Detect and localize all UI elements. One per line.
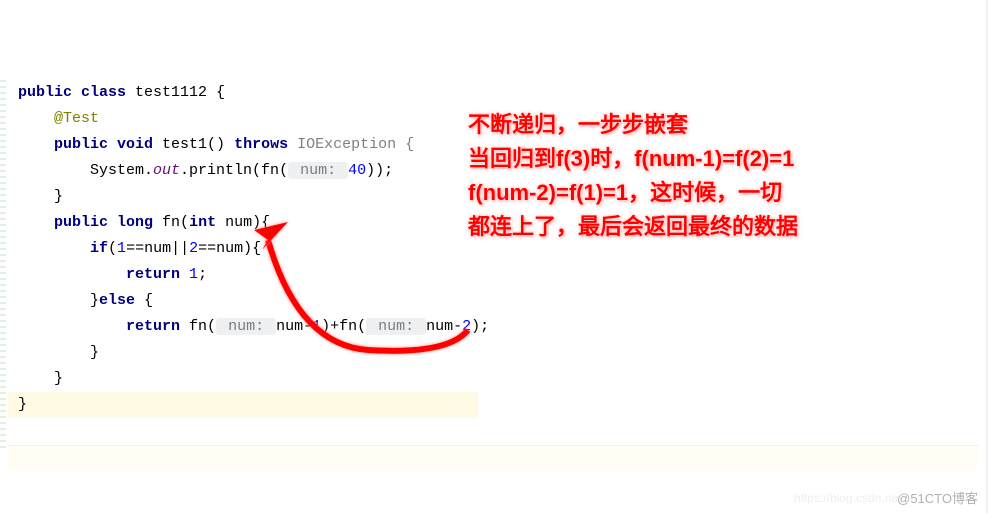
keyword: else [99, 292, 135, 309]
number-literal: 1 [312, 318, 321, 335]
caret-line-highlight [8, 445, 978, 469]
code-line: } [8, 366, 478, 392]
code-text: )+fn( [321, 318, 366, 335]
keyword: return [126, 318, 180, 335]
param: num){ [216, 214, 270, 231]
code-line: }else { [8, 288, 478, 314]
number-literal: 40 [348, 162, 366, 179]
code-line: } [8, 392, 478, 418]
annotation-text: 不断递归，一步步嵌套 当回归到f(3)时，f(num-1)=f(2)=1 f(n… [468, 108, 798, 244]
code-text: ==num){ [198, 240, 261, 257]
keyword: public void [54, 136, 153, 153]
code-line: return fn( num: num-1)+fn( num: num-2); [8, 314, 478, 340]
keyword: throws [234, 136, 288, 153]
keyword: public long [54, 214, 153, 231]
code-line: System.out.println(fn( num: 40)); [8, 158, 478, 184]
code-line: @Test [8, 106, 478, 132]
code-text: .println(fn( [180, 162, 288, 179]
code-line: return 1; [8, 262, 478, 288]
param-hint: num: [288, 162, 348, 179]
class-name: test1112 { [126, 84, 225, 101]
code-line: } [8, 340, 478, 366]
watermark-text: @51CTO博客 [897, 488, 978, 507]
code-text: ( [108, 240, 117, 257]
brace: } [54, 370, 63, 387]
brace: } [54, 188, 63, 205]
gutter-stripe [0, 80, 6, 450]
number-literal: 1 [117, 240, 126, 257]
annotation-line: 当回归到f(3)时，f(num-1)=f(2)=1 [468, 142, 798, 176]
brace: } [18, 396, 27, 413]
keyword: int [189, 214, 216, 231]
number-literal: 2 [462, 318, 471, 335]
number-literal: 1 [189, 266, 198, 283]
number-literal: 2 [189, 240, 198, 257]
code-line: public void test1() throws IOException { [8, 132, 478, 158]
annotation-line: f(num-2)=f(1)=1，这时候，一切 [468, 176, 798, 210]
annotation: @Test [54, 110, 99, 127]
brace: } [90, 344, 99, 361]
code-block: public class test1112 { @Test public voi… [8, 80, 478, 418]
param-hint: num: [216, 318, 276, 335]
exception-type: IOException { [288, 136, 414, 153]
code-text: ; [198, 266, 207, 283]
code-line: if(1==num||2==num){ [8, 236, 478, 262]
code-text: ==num|| [126, 240, 189, 257]
method-name: test1() [153, 136, 234, 153]
code-line: public long fn(int num){ [8, 210, 478, 236]
keyword: if [90, 240, 108, 257]
brace: } [90, 292, 99, 309]
annotation-line: 不断递归，一步步嵌套 [468, 108, 798, 142]
code-text: System. [90, 162, 153, 179]
code-text: { [135, 292, 153, 309]
code-text: num- [426, 318, 462, 335]
code-text: fn( [180, 318, 216, 335]
param-hint: num: [366, 318, 426, 335]
annotation-line: 都连上了，最后会返回最终的数据 [468, 210, 798, 244]
code-line: } [8, 184, 478, 210]
code-line: public class test1112 { [8, 80, 478, 106]
code-text: ); [471, 318, 489, 335]
keyword: public class [18, 84, 126, 101]
code-text: num- [276, 318, 312, 335]
keyword: return [126, 266, 189, 283]
method-name: fn( [153, 214, 189, 231]
static-field: out [153, 162, 180, 179]
faint-watermark: https://blog.csdn.ne [794, 491, 898, 505]
code-text: )); [366, 162, 393, 179]
